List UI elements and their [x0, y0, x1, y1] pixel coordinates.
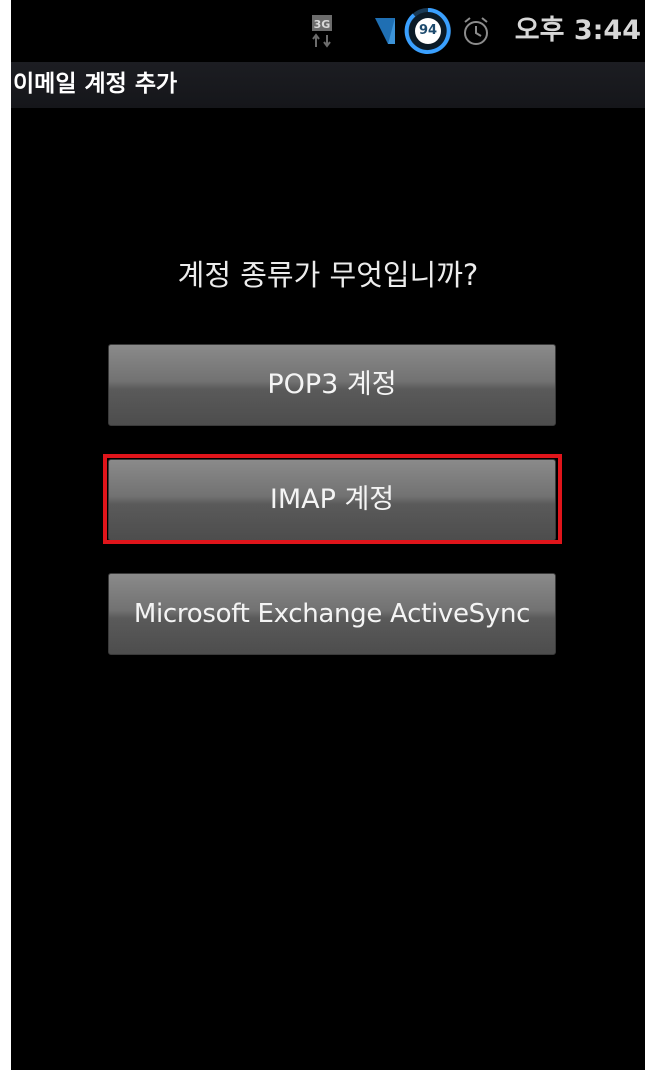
- battery-level: 94: [415, 18, 441, 44]
- phone-screen: 3G 94 오후 3:44 이메일 계정 추가 계정 종류가 무엇입니까? PO…: [11, 0, 645, 1070]
- battery-icon: 94: [403, 6, 453, 56]
- 3g-data-icon: 3G: [311, 14, 333, 48]
- pop3-account-button[interactable]: POP3 계정: [108, 344, 556, 426]
- alarm-icon: [461, 14, 491, 48]
- network-badge-text: 3G: [314, 18, 331, 31]
- account-type-question: 계정 종류가 무엇입니까?: [177, 258, 479, 292]
- status-bar: 3G 94 오후 3:44: [11, 0, 645, 62]
- signal-icon: [374, 16, 396, 46]
- title-bar: 이메일 계정 추가: [11, 62, 645, 108]
- imap-account-button[interactable]: IMAP 계정: [108, 459, 556, 541]
- page-title: 이메일 계정 추가: [13, 71, 178, 97]
- exchange-activesync-button[interactable]: Microsoft Exchange ActiveSync: [108, 573, 556, 655]
- status-clock: 오후 3:44: [514, 15, 641, 46]
